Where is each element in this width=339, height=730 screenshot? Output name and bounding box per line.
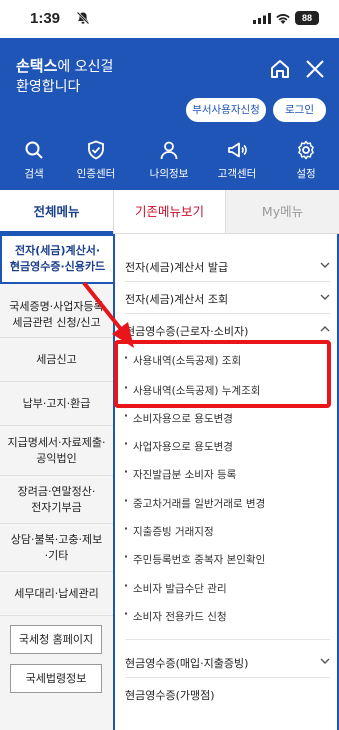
department-user-request-button[interactable]: 부서사용자신청: [186, 98, 266, 122]
status-time: 1:39: [30, 10, 61, 27]
shortcut-customer-label: 고객센터: [217, 168, 257, 180]
section-cash-receipt-purchase[interactable]: 현금영수증(매입·지출증빙): [125, 655, 330, 671]
left-menu-label: 세무대리·납세관리: [14, 586, 99, 600]
greeting-suffix: 에 오신걸: [57, 59, 114, 75]
shortcut-search-label: 검색: [24, 168, 44, 180]
tab-legacy-menu[interactable]: 기존메뉴보기: [113, 190, 226, 234]
tab-my-menu[interactable]: My메뉴: [226, 190, 339, 234]
left-menu-item-statements[interactable]: 지급명세서·자료제출· 공익법인: [0, 426, 113, 476]
section-e-invoice-inquiry[interactable]: 전자(세금)계산서 조회: [125, 291, 330, 307]
chevron-up-icon: [320, 326, 330, 332]
section-label: 전자(세금)계산서 조회: [125, 293, 229, 306]
left-menu-label: 전자(세금)계산서· 현금영수증·신용카드: [9, 244, 106, 273]
submenu-item-expense-designation[interactable]: 지출증빙 거래지정: [124, 523, 214, 539]
shortcut-customer-center[interactable]: 고객센터: [203, 138, 271, 181]
battery-indicator: 88: [295, 11, 319, 25]
left-menu-item-certificates[interactable]: 국세증명·사업자등록 세금관련 신청/신고: [0, 292, 113, 338]
shield-check-icon: [88, 140, 104, 160]
welcome-message: 손택스에 오신걸 환영합니다: [16, 56, 113, 97]
section-label: 현금영수증(근로자·소비자): [125, 325, 249, 338]
divider: [125, 281, 330, 282]
left-menu-label: 납부·고지·환급: [22, 396, 91, 410]
nts-homepage-button[interactable]: 국세청 홈페이지: [10, 625, 102, 654]
left-menu-label: 지급명세서·자료제출· 공익법인: [7, 435, 106, 465]
left-category-menu: 전자(세금)계산서· 현금영수증·신용카드 국세증명·사업자등록 세금관련 신청…: [0, 234, 113, 730]
app-header: 손택스에 오신걸 환영합니다 부서사용자신청 로그인 검색 인증센터 나의정보 …: [0, 38, 339, 190]
login-button[interactable]: 로그인: [273, 98, 326, 122]
divider: [125, 677, 330, 678]
section-e-invoice-issue[interactable]: 전자(세금)계산서 발급: [125, 259, 330, 275]
megaphone-icon: [228, 142, 247, 158]
section-cash-receipt-merchant[interactable]: 현금영수증(가맹점): [125, 687, 330, 703]
wifi-icon: [276, 14, 290, 24]
left-menu-item-payment[interactable]: 납부·고지·환급: [0, 382, 113, 426]
shortcut-my-info[interactable]: 나의정보: [135, 138, 203, 181]
left-menu-item-tax-filing[interactable]: 세금신고: [0, 338, 113, 382]
status-bar: 1:39 88: [0, 0, 339, 38]
left-menu-item-consulting[interactable]: 상담·불복·고충·제보 ·기타: [0, 524, 113, 572]
submenu-item-consumer-card[interactable]: 소비자 전용카드 신청: [124, 608, 227, 624]
shortcut-my-info-label: 나의정보: [149, 168, 189, 180]
submenu-item-change-to-consumer[interactable]: 소비자용으로 용도변경: [124, 410, 233, 426]
shortcut-bar: 검색 인증센터 나의정보 고객센터 설정: [0, 138, 339, 190]
divider: [125, 639, 330, 640]
submenu-item-used-car-change[interactable]: 중고차거래를 일반거래로 변경: [124, 495, 265, 511]
shortcut-settings-label: 설정: [296, 168, 316, 180]
chevron-down-icon: [320, 294, 330, 300]
left-menu-item-tax-agent[interactable]: 세무대리·납세관리: [0, 572, 113, 616]
chevron-down-icon: [320, 262, 330, 268]
greeting-name: 손택스: [16, 57, 58, 75]
greeting-line2: 환영합니다: [16, 79, 81, 95]
shortcut-certificate-label: 인증센터: [76, 168, 116, 180]
home-icon[interactable]: [269, 58, 291, 80]
user-icon: [160, 141, 178, 160]
section-cash-receipt-consumer[interactable]: 현금영수증(근로자·소비자): [125, 323, 330, 339]
search-icon: [25, 141, 43, 159]
shortcut-certificate-center[interactable]: 인증센터: [62, 138, 130, 181]
submenu-item-change-to-business[interactable]: 사업자용으로 용도변경: [124, 438, 233, 454]
tax-law-info-button[interactable]: 국세법령정보: [10, 664, 102, 693]
menu-tabs: 전체메뉴 기존메뉴보기 My메뉴: [0, 190, 339, 234]
divider: [125, 313, 330, 314]
left-menu-label: 상담·불복·고충·제보 ·기타: [10, 532, 103, 562]
left-menu-label: 세금신고: [36, 352, 77, 366]
section-label: 전자(세금)계산서 발급: [125, 261, 229, 274]
section-label: 현금영수증(가맹점): [125, 689, 215, 702]
left-menu-label: 국세증명·사업자등록 세금관련 신청/신고: [9, 299, 104, 329]
bell-muted-icon: [76, 11, 90, 25]
signal-icon: [253, 13, 271, 24]
left-menu-item-incentives[interactable]: 장려금·연말정산· 전자기부금: [0, 476, 113, 524]
left-menu-label: 장려금·연말정산· 전자기부금: [17, 484, 96, 514]
submenu-item-issuance-method[interactable]: 소비자 발급수단 관리: [124, 580, 227, 596]
left-menu-item-e-invoice[interactable]: 전자(세금)계산서· 현금영수증·신용카드: [0, 234, 113, 284]
gear-icon: [298, 140, 314, 160]
section-label: 현금영수증(매입·지출증빙): [125, 657, 249, 670]
submenu-item-duplicate-id-verify[interactable]: 주민등록번호 중복자 본인확인: [124, 551, 265, 567]
shortcut-search[interactable]: 검색: [0, 138, 68, 181]
highlight-box: [114, 340, 331, 408]
submenu-item-self-issued-register[interactable]: 자진발급분 소비자 등록: [124, 466, 236, 482]
close-icon[interactable]: [304, 58, 326, 80]
shortcut-settings[interactable]: 설정: [272, 138, 339, 181]
submenu-panel: 전자(세금)계산서 발급 전자(세금)계산서 조회 현금영수증(근로자·소비자)…: [113, 234, 339, 730]
tab-all-menu[interactable]: 전체메뉴: [0, 190, 113, 234]
chevron-down-icon: [320, 658, 330, 664]
